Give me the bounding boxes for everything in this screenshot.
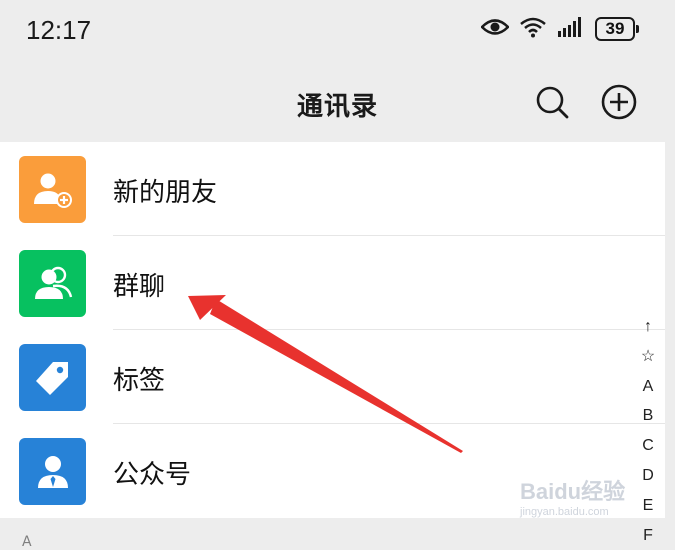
status-time: 12:17 [26,15,92,45]
menu-item-label: 公众号 [113,460,192,490]
menu-item-label: 标签 [113,366,166,396]
battery-icon: 39 [595,17,639,41]
group-chat-icon [19,250,86,317]
watermark-logo: Baidu经验 jingyan.baidu.com [520,470,670,530]
menu-item-label: 新的朋友 [113,178,218,208]
page-title: 通讯录 [296,92,378,122]
plus-circle-icon [599,84,639,126]
search-button[interactable] [532,82,572,122]
tag-icon [19,344,86,411]
menu-item-tags[interactable]: 标签 [0,330,665,424]
search-icon [532,86,572,126]
menu-item-label: 群聊 [113,272,166,302]
signal-icon [557,17,585,41]
menu-item-group-chats[interactable]: 群聊 [0,236,665,330]
add-button[interactable] [599,82,639,122]
status-icons: 39 [480,16,639,42]
index-letter-b[interactable]: B [636,401,660,431]
index-letter-c[interactable]: C [636,431,660,461]
nav-bar: 通讯录 [0,62,675,142]
index-star[interactable]: ☆ [636,342,660,372]
menu-item-new-friends[interactable]: 新的朋友 [0,142,665,236]
eye-icon [480,17,510,41]
watermark-text: Baidu经验 [520,479,626,504]
status-bar: 12:17 39 [0,0,675,62]
add-friend-icon [19,156,86,223]
index-up-arrow[interactable]: ↑ [636,312,660,342]
contacts-menu-list: 新的朋友 群聊 标签 公众号 [0,142,665,518]
wifi-icon [519,16,547,42]
section-header-letter: A [22,534,32,550]
watermark-subtext: jingyan.baidu.com [520,506,609,518]
official-account-icon [19,438,86,505]
index-letter-a[interactable]: A [636,372,660,402]
